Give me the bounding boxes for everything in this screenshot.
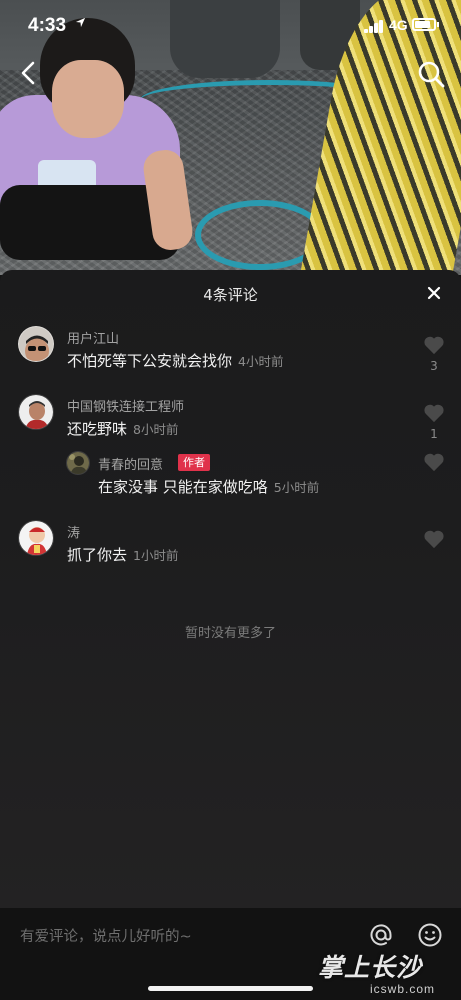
comment-item[interactable]: 用户江山 不怕死等下公安就会找你 4小时前 3 bbox=[0, 322, 461, 382]
comment-body: 不怕死等下公安就会找你 bbox=[67, 352, 233, 370]
reply-body: 在家没事 只能在家做吃咯 bbox=[98, 478, 268, 496]
comment-time: 8小时前 bbox=[133, 422, 179, 437]
emoji-button[interactable] bbox=[417, 922, 443, 948]
network-type: 4G bbox=[389, 17, 408, 33]
like-button[interactable]: 1 bbox=[423, 403, 445, 441]
comment-input-bar: 掌上长沙 icswb.com bbox=[0, 908, 461, 1000]
battery-icon bbox=[412, 18, 439, 31]
avatar[interactable] bbox=[18, 520, 54, 556]
search-icon bbox=[418, 61, 445, 88]
comment-body: 抓了你去 bbox=[67, 546, 128, 564]
like-button[interactable]: 3 bbox=[423, 335, 445, 373]
heart-icon bbox=[424, 404, 444, 423]
comment-time: 1小时前 bbox=[133, 548, 179, 563]
close-comments-button[interactable] bbox=[424, 283, 444, 303]
watermark: 掌上长沙 icswb.com bbox=[310, 948, 460, 1000]
like-button[interactable] bbox=[423, 452, 445, 472]
comment-item[interactable]: 涛 抓了你去 1小时前 bbox=[0, 516, 461, 576]
comment-username[interactable]: 涛 bbox=[67, 522, 80, 541]
status-time: 4:33 bbox=[28, 15, 67, 36]
watermark-url: icswb.com bbox=[370, 982, 436, 996]
no-more-comments-text: 暂时没有更多了 bbox=[184, 626, 276, 641]
like-count: 1 bbox=[430, 427, 438, 441]
avatar[interactable] bbox=[18, 394, 54, 430]
video-person-face bbox=[52, 60, 124, 138]
chevron-left-icon bbox=[21, 61, 35, 85]
comment-text: 不怕死等下公安就会找你 4小时前 bbox=[67, 350, 283, 371]
comment-username[interactable]: 中国钢铁连接工程师 bbox=[67, 396, 184, 415]
reply-username[interactable]: 青春的回意 bbox=[98, 454, 163, 473]
avatar[interactable] bbox=[18, 326, 54, 362]
heart-icon bbox=[424, 453, 444, 472]
close-icon bbox=[427, 286, 441, 300]
heart-icon bbox=[424, 530, 444, 549]
comment-item[interactable]: 中国钢铁连接工程师 还吃野味 8小时前 1 bbox=[0, 390, 461, 450]
comment-text: 还吃野味 8小时前 bbox=[67, 418, 178, 439]
home-indicator[interactable] bbox=[148, 986, 313, 991]
author-badge: 作者 bbox=[178, 454, 210, 471]
avatar[interactable] bbox=[66, 451, 90, 475]
back-button[interactable] bbox=[14, 58, 44, 88]
reply-item[interactable]: 青春的回意 作者 在家没事 只能在家做吃咯 5小时前 bbox=[0, 448, 461, 504]
cellular-signal-icon bbox=[364, 20, 386, 33]
comment-input[interactable] bbox=[20, 924, 350, 950]
comments-panel: 4条评论 用户江山 不怕死等下公安就会找你 4小时前 3 中国钢铁连接工程师 还… bbox=[0, 270, 461, 910]
reply-text: 在家没事 只能在家做吃咯 5小时前 bbox=[98, 476, 319, 497]
status-bar: 4:33 4G bbox=[0, 0, 461, 50]
watermark-logo: 掌上长沙 bbox=[318, 953, 423, 982]
comment-body: 还吃野味 bbox=[67, 420, 128, 438]
reply-time: 5小时前 bbox=[273, 480, 320, 495]
comment-text: 抓了你去 1小时前 bbox=[67, 544, 178, 565]
like-button[interactable] bbox=[423, 529, 445, 549]
search-button[interactable] bbox=[415, 58, 447, 90]
emoji-icon bbox=[418, 923, 442, 947]
comment-time: 4小时前 bbox=[238, 354, 284, 369]
comments-count-title: 4条评论 bbox=[203, 286, 258, 304]
mention-button[interactable] bbox=[368, 922, 394, 948]
comment-username[interactable]: 用户江山 bbox=[67, 328, 119, 347]
location-arrow-icon bbox=[75, 16, 86, 31]
heart-icon bbox=[424, 336, 444, 355]
like-count: 3 bbox=[430, 359, 438, 373]
at-icon bbox=[370, 924, 392, 946]
